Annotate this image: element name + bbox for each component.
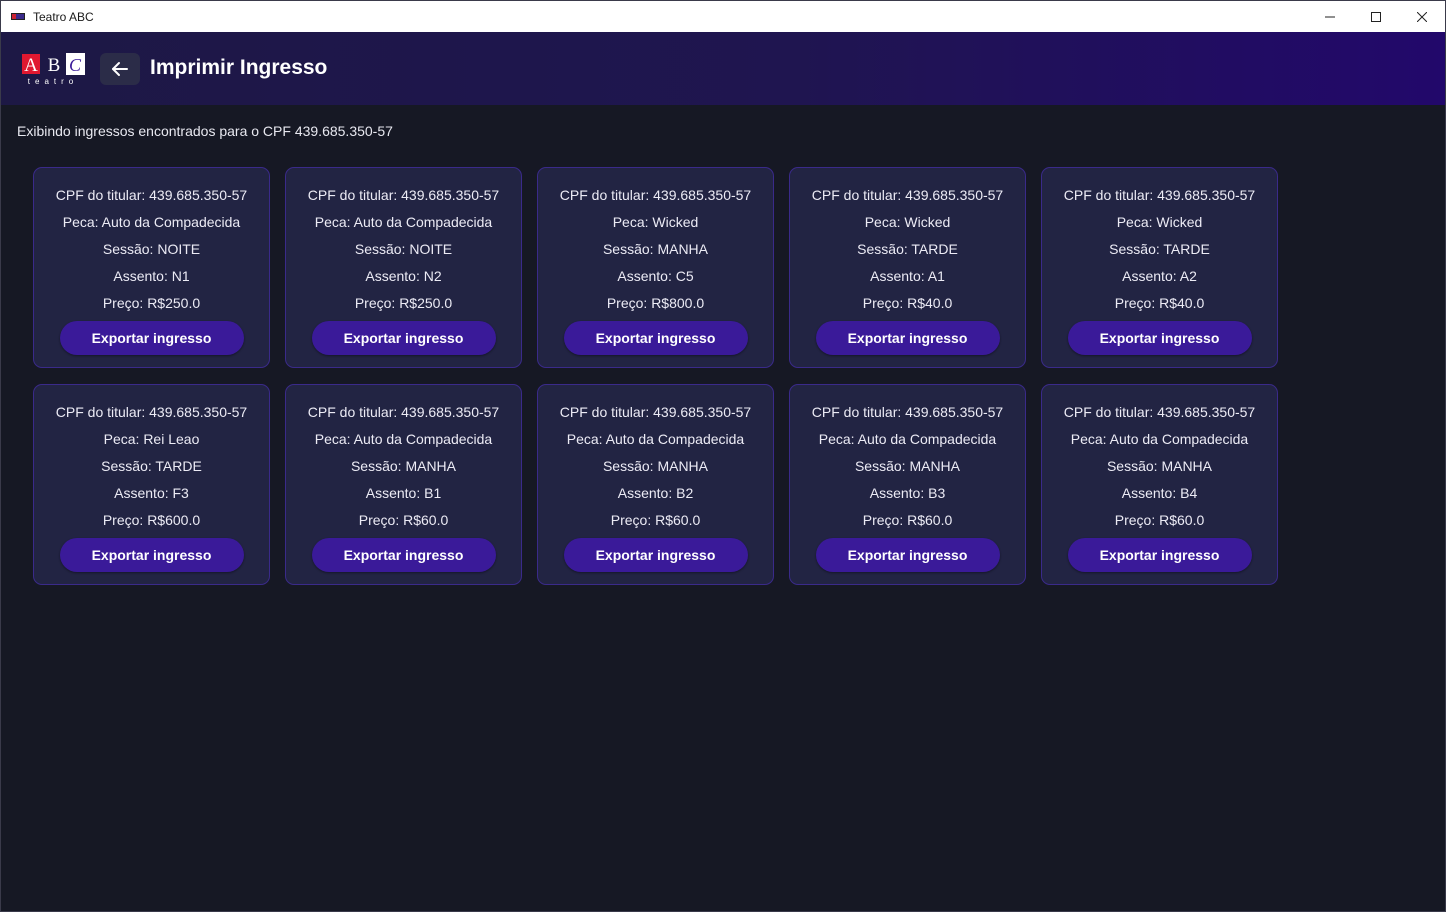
search-result-info: Exibindo ingressos encontrados para o CP… (17, 123, 393, 139)
ticket-preco: Preço: R$250.0 (354, 295, 453, 311)
svg-text:C: C (69, 55, 82, 75)
ticket-peca: Peca: Wicked (612, 214, 699, 230)
ticket-assento: Assento: C5 (617, 268, 694, 284)
ticket-peca: Peca: Auto da Compadecida (314, 431, 493, 447)
ticket-peca: Peca: Auto da Compadecida (818, 431, 997, 447)
ticket-peca: Peca: Auto da Compadecida (566, 431, 745, 447)
ticket-assento: Assento: B4 (1121, 485, 1198, 501)
svg-text:B: B (48, 55, 61, 76)
ticket-sessao: Sessão: MANHA (602, 241, 709, 257)
app-window: Teatro ABC A B C teatro Imprimir Ingress… (0, 0, 1446, 912)
ticket-sessao: Sessão: MANHA (854, 458, 961, 474)
ticket-cpf: CPF do titular: 439.685.350-57 (307, 187, 500, 203)
ticket-card: CPF do titular: 439.685.350-57 Peca: Wick… (789, 167, 1026, 368)
svg-text:teatro: teatro (28, 77, 78, 86)
ticket-preco: Preço: R$40.0 (862, 295, 953, 311)
ticket-preco: Preço: R$60.0 (358, 512, 449, 528)
ticket-card: CPF do titular: 439.685.350-57 Peca: Auto… (285, 167, 522, 368)
ticket-cpf: CPF do titular: 439.685.350-57 (811, 404, 1004, 420)
ticket-sessao: Sessão: MANHA (350, 458, 457, 474)
ticket-card: CPF do titular: 439.685.350-57 Peca: Wick… (1041, 167, 1278, 368)
ticket-card: CPF do titular: 439.685.350-57 Peca: Rei … (33, 384, 270, 585)
export-ticket-button[interactable]: Exportar ingresso (311, 321, 496, 355)
ticket-assento: Assento: B3 (869, 485, 946, 501)
ticket-card: CPF do titular: 439.685.350-57 Peca: Auto… (537, 384, 774, 585)
export-ticket-button[interactable]: Exportar ingresso (815, 538, 1000, 572)
ticket-assento: Assento: B2 (617, 485, 694, 501)
ticket-assento: Assento: B1 (365, 485, 442, 501)
ticket-peca: Peca: Auto da Compadecida (62, 214, 241, 230)
ticket-preco: Preço: R$60.0 (862, 512, 953, 528)
ticket-assento: Assento: A2 (1122, 268, 1197, 284)
title-bar[interactable]: Teatro ABC (1, 1, 1445, 32)
back-button[interactable] (100, 53, 140, 85)
ticket-preco: Preço: R$60.0 (610, 512, 701, 528)
ticket-cpf: CPF do titular: 439.685.350-57 (55, 404, 248, 420)
ticket-card: CPF do titular: 439.685.350-57 Peca: Wick… (537, 167, 774, 368)
export-ticket-button[interactable]: Exportar ingresso (1067, 538, 1252, 572)
export-ticket-button[interactable]: Exportar ingresso (815, 321, 1000, 355)
ticket-assento: Assento: N2 (365, 268, 442, 284)
ticket-sessao: Sessão: TARDE (1109, 241, 1210, 257)
close-button[interactable] (1399, 1, 1445, 32)
ticket-preco: Preço: R$40.0 (1114, 295, 1205, 311)
export-ticket-button[interactable]: Exportar ingresso (563, 321, 748, 355)
maximize-button[interactable] (1353, 1, 1399, 32)
ticket-cpf: CPF do titular: 439.685.350-57 (1063, 187, 1256, 203)
close-icon (1417, 11, 1427, 22)
export-ticket-button[interactable]: Exportar ingresso (311, 538, 496, 572)
page-title: Imprimir Ingresso (150, 56, 328, 79)
export-ticket-button[interactable]: Exportar ingresso (563, 538, 748, 572)
window-title: Teatro ABC (33, 9, 94, 24)
ticket-card: CPF do titular: 439.685.350-57 Peca: Auto… (285, 384, 522, 585)
ticket-assento: Assento: A1 (870, 268, 945, 284)
ticket-card: CPF do titular: 439.685.350-57 Peca: Auto… (1041, 384, 1278, 585)
ticket-peca: Peca: Wicked (864, 214, 951, 230)
ticket-peca: Peca: Auto da Compadecida (1070, 431, 1249, 447)
ticket-sessao: Sessão: TARDE (101, 458, 202, 474)
maximize-icon (1371, 11, 1381, 22)
ticket-cpf: CPF do titular: 439.685.350-57 (559, 404, 752, 420)
svg-text:A: A (24, 55, 38, 76)
ticket-peca: Peca: Auto da Compadecida (314, 214, 493, 230)
ticket-grid: CPF do titular: 439.685.350-57 Peca: Auto… (33, 167, 1278, 585)
ticket-cpf: CPF do titular: 439.685.350-57 (307, 404, 500, 420)
minimize-icon (1325, 16, 1335, 17)
ticket-sessao: Sessão: TARDE (857, 241, 958, 257)
export-ticket-button[interactable]: Exportar ingresso (59, 321, 244, 355)
ticket-assento: Assento: F3 (114, 485, 189, 501)
export-ticket-button[interactable]: Exportar ingresso (1067, 321, 1252, 355)
ticket-assento: Assento: N1 (113, 268, 190, 284)
ticket-peca: Peca: Wicked (1116, 214, 1203, 230)
arrow-left-icon (112, 62, 128, 76)
ticket-peca: Peca: Rei Leao (103, 431, 200, 447)
ticket-cpf: CPF do titular: 439.685.350-57 (559, 187, 752, 203)
export-ticket-button[interactable]: Exportar ingresso (59, 538, 244, 572)
app-icon (11, 13, 25, 20)
minimize-button[interactable] (1307, 1, 1353, 32)
ticket-cpf: CPF do titular: 439.685.350-57 (811, 187, 1004, 203)
app-header: A B C teatro Imprimir Ingresso (1, 32, 1445, 105)
teatro-abc-logo: A B C teatro (22, 53, 85, 86)
ticket-card: CPF do titular: 439.685.350-57 Peca: Auto… (789, 384, 1026, 585)
ticket-sessao: Sessão: NOITE (102, 241, 201, 257)
ticket-preco: Preço: R$800.0 (606, 295, 705, 311)
ticket-preco: Preço: R$60.0 (1114, 512, 1205, 528)
ticket-cpf: CPF do titular: 439.685.350-57 (1063, 404, 1256, 420)
ticket-sessao: Sessão: NOITE (354, 241, 453, 257)
ticket-cpf: CPF do titular: 439.685.350-57 (55, 187, 248, 203)
ticket-card: CPF do titular: 439.685.350-57 Peca: Auto… (33, 167, 270, 368)
window-controls (1307, 1, 1445, 32)
ticket-preco: Preço: R$250.0 (102, 295, 201, 311)
ticket-preco: Preço: R$600.0 (102, 512, 201, 528)
ticket-sessao: Sessão: MANHA (1106, 458, 1213, 474)
ticket-sessao: Sessão: MANHA (602, 458, 709, 474)
